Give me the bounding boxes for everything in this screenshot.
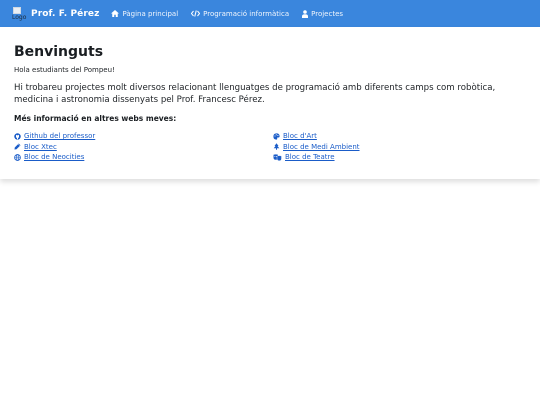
link-teatre[interactable]: Bloc de Teatre xyxy=(285,153,335,161)
greeting-text: Hola estudiants del Pompeu! xyxy=(14,66,115,74)
link-bloc-art[interactable]: Bloc d'Art xyxy=(283,132,317,140)
link-item: Bloc de Neocities xyxy=(14,152,95,163)
pen-icon xyxy=(14,143,21,150)
link-medi-ambient[interactable]: Bloc de Medi Ambient xyxy=(283,143,360,151)
nav-links: Pàgina principal Programació informàtica… xyxy=(111,10,356,18)
links-column-left: Github del professor Bloc Xtec Bloc de N… xyxy=(14,131,95,163)
brand-name: Prof. F. Pérez xyxy=(31,8,100,19)
link-item: Bloc d'Art xyxy=(273,131,360,142)
link-item: Bloc de Teatre xyxy=(273,152,360,163)
nav-link-label: Projectes xyxy=(311,9,344,18)
palette-icon xyxy=(273,133,280,140)
theater-masks-icon xyxy=(273,154,282,161)
nav-link-home[interactable]: Pàgina principal xyxy=(111,10,178,18)
user-icon xyxy=(302,9,309,18)
brand-link[interactable]: Logo Prof. F. Pérez xyxy=(12,6,100,21)
home-icon xyxy=(111,10,120,17)
nav-link-label: Programació informàtica xyxy=(203,9,290,18)
link-neocities[interactable]: Bloc de Neocities xyxy=(24,153,84,161)
code-icon xyxy=(191,10,201,17)
link-bloc-xtec[interactable]: Bloc Xtec xyxy=(24,143,57,151)
link-item: Bloc de Medi Ambient xyxy=(273,142,360,153)
nav-link-label: Pàgina principal xyxy=(122,9,179,18)
nav-link-programming[interactable]: Programació informàtica xyxy=(191,10,289,18)
navbar: Logo Prof. F. Pérez Pàgina principal Pro… xyxy=(0,0,540,27)
link-github[interactable]: Github del professor xyxy=(24,132,95,140)
links-column-right: Bloc d'Art Bloc de Medi Ambient Bloc de … xyxy=(273,131,360,163)
link-item: Github del professor xyxy=(14,131,95,142)
nav-link-projects[interactable]: Projectes xyxy=(302,10,343,18)
intro-paragraph: Hi trobareu projectes molt diversos rela… xyxy=(14,83,496,105)
tree-icon xyxy=(273,143,280,150)
globe-icon xyxy=(14,153,21,161)
more-info-heading: Més informació en altres webs meves: xyxy=(14,114,177,123)
github-icon xyxy=(14,133,21,140)
page-title: Benvinguts xyxy=(14,44,104,60)
link-item: Bloc Xtec xyxy=(14,142,95,153)
logo-image: Logo xyxy=(12,6,27,21)
